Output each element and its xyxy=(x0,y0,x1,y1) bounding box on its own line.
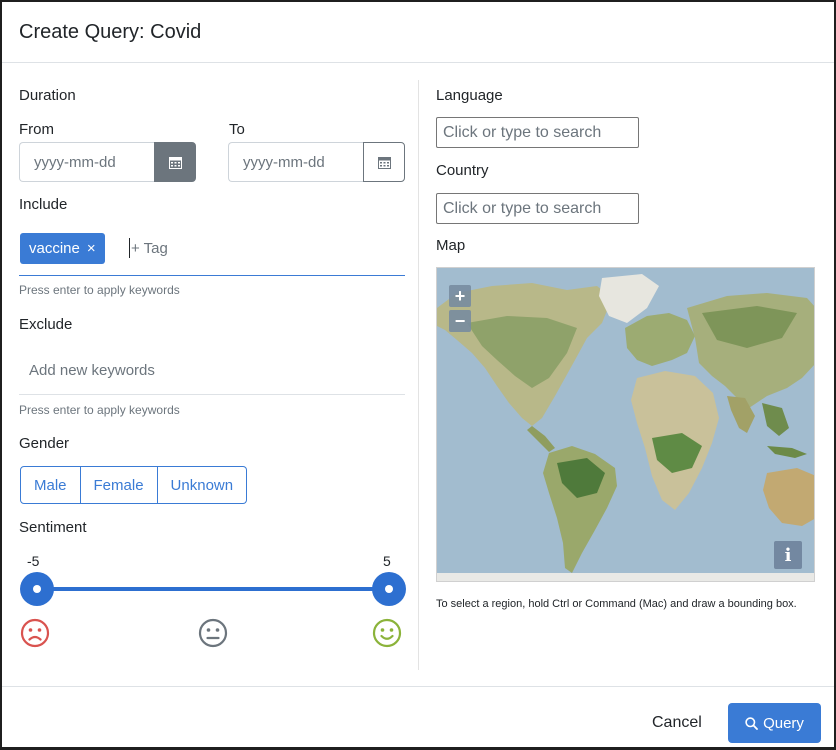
include-help-text: Press enter to apply keywords xyxy=(19,283,180,297)
from-date-input[interactable]: yyyy-mm-dd xyxy=(19,142,154,182)
gender-label: Gender xyxy=(19,435,70,452)
footer-divider xyxy=(2,686,834,687)
include-tag: vaccine × xyxy=(20,233,105,264)
language-label: Language xyxy=(436,87,503,104)
column-divider xyxy=(418,80,419,670)
sentiment-max-label: 5 xyxy=(383,553,391,569)
sad-face-icon xyxy=(20,618,50,648)
exclude-placeholder: Add new keywords xyxy=(29,362,155,379)
modal-header: Create Query: Covid xyxy=(2,2,834,63)
neutral-face-icon xyxy=(198,618,228,648)
to-date-input[interactable]: yyyy-mm-dd xyxy=(228,142,363,182)
country-search-input[interactable]: Click or type to search xyxy=(436,193,639,224)
tag-placeholder[interactable]: + Tag xyxy=(131,240,168,257)
sentiment-max-handle[interactable] xyxy=(372,572,406,606)
zoom-in-button[interactable]: + xyxy=(449,285,471,307)
search-icon xyxy=(745,716,758,730)
exclude-help-text: Press enter to apply keywords xyxy=(19,403,180,417)
exclude-label: Exclude xyxy=(19,316,73,333)
tag-text: vaccine xyxy=(29,240,80,257)
create-query-modal: Create Query: Covid Duration From To yyy… xyxy=(0,0,836,750)
language-search-input[interactable]: Click or type to search xyxy=(436,117,639,148)
to-date-group: yyyy-mm-dd xyxy=(228,142,405,182)
gender-female-button[interactable]: Female xyxy=(80,466,158,504)
text-cursor xyxy=(129,238,130,258)
exclude-keyword-input[interactable]: Add new keywords xyxy=(19,352,405,395)
country-label: Country xyxy=(436,162,489,179)
gender-button-group: Male Female Unknown xyxy=(20,466,248,504)
cancel-button[interactable]: Cancel xyxy=(652,714,702,732)
from-date-group: yyyy-mm-dd xyxy=(19,142,196,182)
sentiment-label: Sentiment xyxy=(19,519,87,536)
to-calendar-button[interactable] xyxy=(363,142,405,182)
map-help-text: To select a region, hold Ctrl or Command… xyxy=(436,598,797,610)
include-tag-input[interactable]: vaccine × + Tag xyxy=(19,232,405,276)
sentiment-slider-track[interactable] xyxy=(37,587,389,591)
happy-face-icon xyxy=(372,618,402,648)
query-button-label: Query xyxy=(763,714,804,732)
sentiment-min-label: -5 xyxy=(27,553,40,569)
query-button[interactable]: Query xyxy=(728,703,821,743)
modal-title: Create Query: Covid xyxy=(19,21,202,43)
world-map[interactable]: + − i xyxy=(436,267,815,582)
duration-label: Duration xyxy=(19,87,76,104)
world-map-image xyxy=(437,268,814,581)
calendar-icon xyxy=(168,156,182,169)
to-label: To xyxy=(229,121,245,138)
sentiment-min-handle[interactable] xyxy=(20,572,54,606)
calendar-icon xyxy=(377,156,391,169)
zoom-out-button[interactable]: − xyxy=(449,310,471,332)
map-label: Map xyxy=(436,237,466,254)
gender-unknown-button[interactable]: Unknown xyxy=(157,466,248,504)
from-calendar-button[interactable] xyxy=(154,142,196,182)
tag-remove-icon[interactable]: × xyxy=(87,240,96,257)
include-label: Include xyxy=(19,196,68,213)
map-info-button[interactable]: i xyxy=(774,541,802,569)
from-label: From xyxy=(19,121,54,138)
gender-male-button[interactable]: Male xyxy=(20,466,81,504)
